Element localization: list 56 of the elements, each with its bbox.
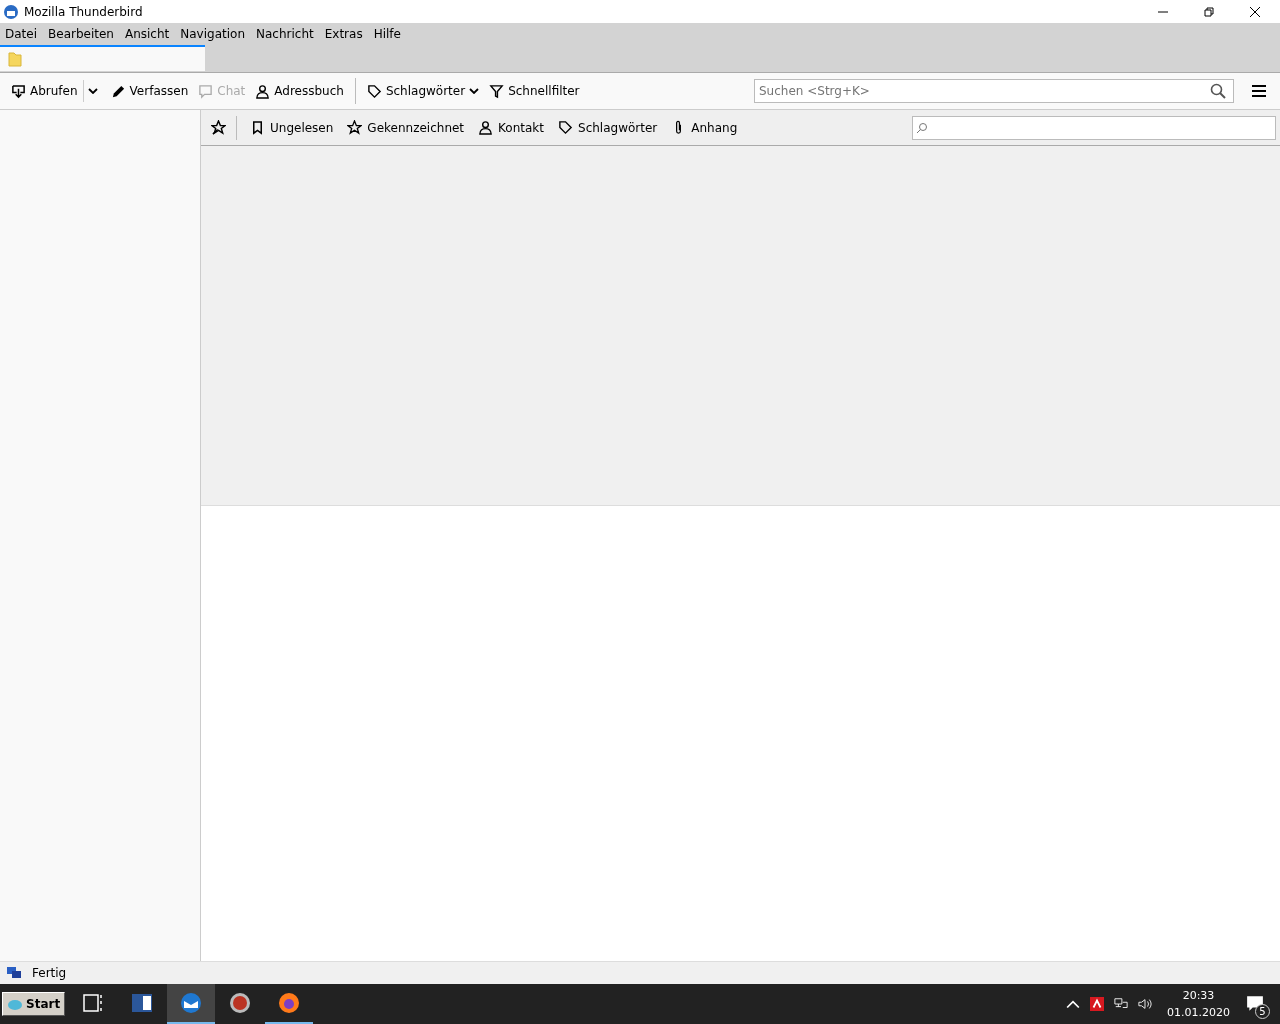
caret-icon[interactable] (87, 88, 98, 94)
start-button[interactable]: Start (2, 992, 66, 1016)
tag-icon (558, 120, 573, 135)
search-icon (916, 121, 928, 134)
filter-search-field[interactable] (912, 115, 1276, 140)
network-icon[interactable] (1114, 997, 1128, 1011)
filter-button[interactable]: Schlagwörter (551, 117, 665, 138)
menu-item[interactable]: Hilfe (373, 27, 401, 41)
status-text: Fertig (32, 966, 67, 980)
search-field[interactable]: Suchen <Strg+K> (754, 79, 1234, 103)
network-icon (6, 966, 22, 980)
toolbar-button[interactable]: Adressbuch (250, 80, 349, 102)
pin-icon[interactable] (211, 120, 226, 135)
notification-count: 5 (1255, 1004, 1270, 1019)
contact-icon (255, 83, 271, 99)
close-icon[interactable] (1249, 5, 1261, 18)
window-title: Mozilla Thunderbird (24, 4, 143, 19)
menu-item[interactable]: Nachricht (256, 27, 314, 41)
restore-icon[interactable] (1203, 5, 1215, 18)
folder-tab[interactable] (0, 45, 205, 71)
toolbar-button[interactable]: Abrufen (6, 80, 83, 102)
pencil-icon (110, 83, 126, 99)
filter-button[interactable]: Anhang (664, 117, 745, 138)
antivirus-icon[interactable] (1090, 997, 1104, 1011)
star-icon (347, 120, 363, 135)
contact-icon (478, 120, 494, 135)
mail-app-icon (179, 991, 204, 1015)
folder-icon (8, 51, 22, 67)
toolbar-button[interactable]: Verfassen (105, 80, 194, 102)
menu-icon[interactable] (1252, 85, 1266, 97)
toolbar-button[interactable]: Schnellfilter (484, 80, 585, 102)
clock[interactable]: 20:33 01.01.2020 (1167, 987, 1230, 1021)
toolbar-button[interactable]: Schlagwörter (361, 80, 485, 102)
app-logo-icon (3, 3, 19, 20)
bookmark-icon (250, 120, 265, 135)
volume-icon[interactable] (1138, 997, 1152, 1011)
notification-icon (1246, 995, 1264, 1013)
search-icon[interactable] (1210, 83, 1226, 99)
menu-item[interactable]: Datei (5, 27, 37, 41)
taskbar-app[interactable] (167, 984, 216, 1024)
funnel-icon (489, 83, 505, 99)
download-icon (11, 83, 26, 99)
chat-bubble-icon (198, 83, 214, 99)
menu-item[interactable]: Navigation (180, 27, 245, 41)
tag-icon (366, 83, 382, 99)
notification-button[interactable]: 5 (1240, 989, 1270, 1019)
filter-button[interactable]: Ungelesen (243, 117, 341, 138)
menu-item[interactable]: Extras (324, 27, 363, 41)
filter-button[interactable]: Kontakt (471, 117, 551, 138)
filter-button[interactable]: Gekennzeichnet (340, 117, 472, 138)
clock-date: 01.01.2020 (1167, 1005, 1230, 1021)
menu-item[interactable]: Ansicht (124, 27, 170, 41)
clock-time: 20:33 (1182, 988, 1215, 1004)
word-document-icon (130, 991, 155, 1015)
menu-item[interactable]: Bearbeiten (48, 27, 114, 41)
caret-icon (469, 88, 480, 94)
